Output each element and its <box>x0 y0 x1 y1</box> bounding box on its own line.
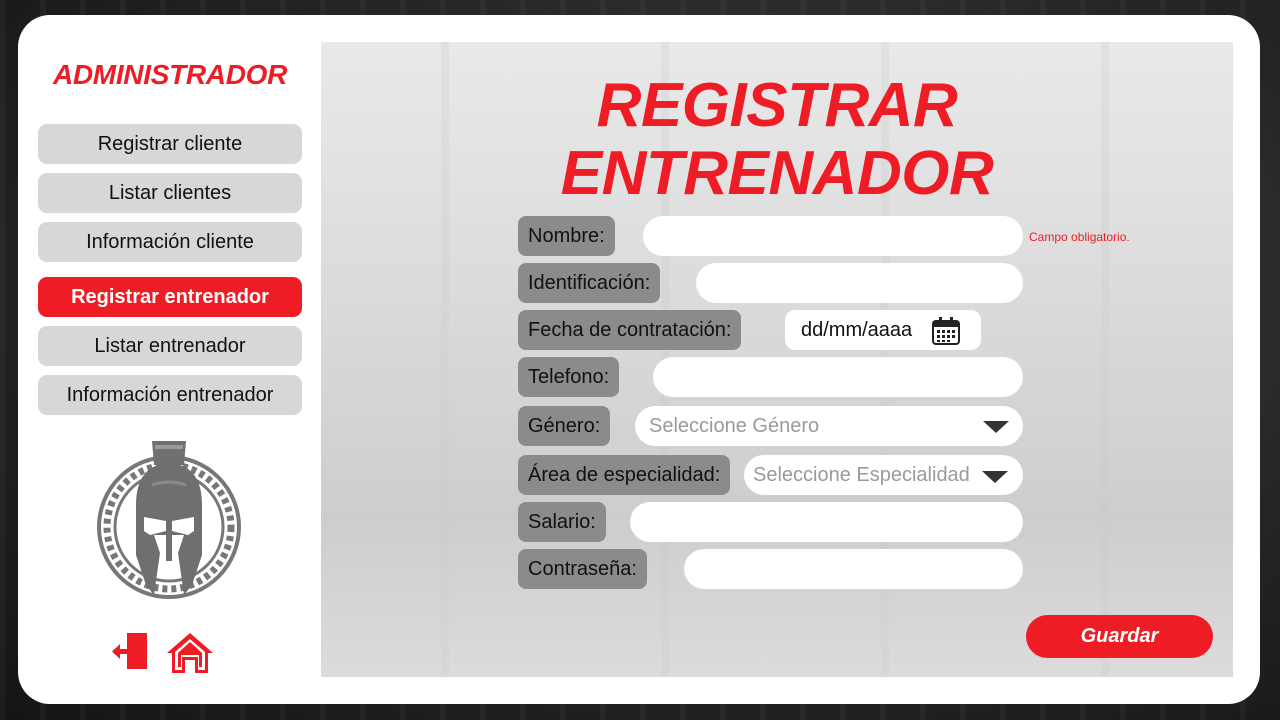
home-icon[interactable] <box>165 631 215 675</box>
nombre-error-text: Campo obligatorio. <box>1029 230 1130 244</box>
sidebar-item-informacion-cliente[interactable]: Información cliente <box>38 222 302 262</box>
nombre-input[interactable] <box>643 216 1023 256</box>
sidebar-item-registrar-entrenador[interactable]: Registrar entrenador <box>38 277 302 317</box>
especialidad-label: Área de especialidad: <box>518 455 731 495</box>
calendar-icon[interactable] <box>931 316 961 346</box>
sidebar-item-listar-clientes[interactable]: Listar clientes <box>38 173 302 213</box>
telefono-input[interactable] <box>653 357 1023 397</box>
identificacion-label: Identificación: <box>518 263 661 303</box>
form-panel: REGISTRAR ENTRENADOR Nombre: Campo oblig… <box>321 42 1233 677</box>
nombre-label: Nombre: <box>518 216 615 256</box>
spartan-helmet-logo <box>97 441 241 599</box>
telefono-label: Telefono: <box>518 357 620 397</box>
especialidad-select-placeholder: Seleccione Especialidad <box>753 463 970 486</box>
chevron-down-icon <box>983 421 1009 433</box>
sidebar-item-listar-entrenador[interactable]: Listar entrenador <box>38 326 302 366</box>
salario-input[interactable] <box>630 502 1023 542</box>
salario-label: Salario: <box>518 502 606 542</box>
identificacion-input[interactable] <box>696 263 1023 303</box>
contrasena-label: Contraseña: <box>518 549 647 589</box>
genero-select[interactable]: Seleccione Género <box>635 406 1023 446</box>
page-title-line1: REGISTRAR <box>596 71 958 140</box>
chevron-down-icon <box>982 471 1008 483</box>
especialidad-select[interactable]: Seleccione Especialidad <box>744 455 1023 495</box>
genero-select-placeholder: Seleccione Género <box>649 414 820 437</box>
app-window: ADMINISTRADOR Registrar cliente Listar c… <box>18 15 1260 704</box>
sidebar-item-informacion-entrenador[interactable]: Información entrenador <box>38 375 302 415</box>
sidebar-title: ADMINISTRADOR <box>52 59 288 90</box>
save-button[interactable]: Guardar <box>1026 615 1213 658</box>
sidebar-item-registrar-cliente[interactable]: Registrar cliente <box>38 124 302 164</box>
genero-label: Género: <box>518 406 611 446</box>
logout-icon[interactable] <box>111 631 153 673</box>
page-title-line2: ENTRENADOR <box>560 139 994 208</box>
fecha-placeholder: dd/mm/aaaa <box>801 318 913 341</box>
fecha-label: Fecha de contratación: <box>518 310 742 350</box>
fecha-input[interactable]: dd/mm/aaaa <box>785 310 981 350</box>
contrasena-input[interactable] <box>684 549 1023 589</box>
